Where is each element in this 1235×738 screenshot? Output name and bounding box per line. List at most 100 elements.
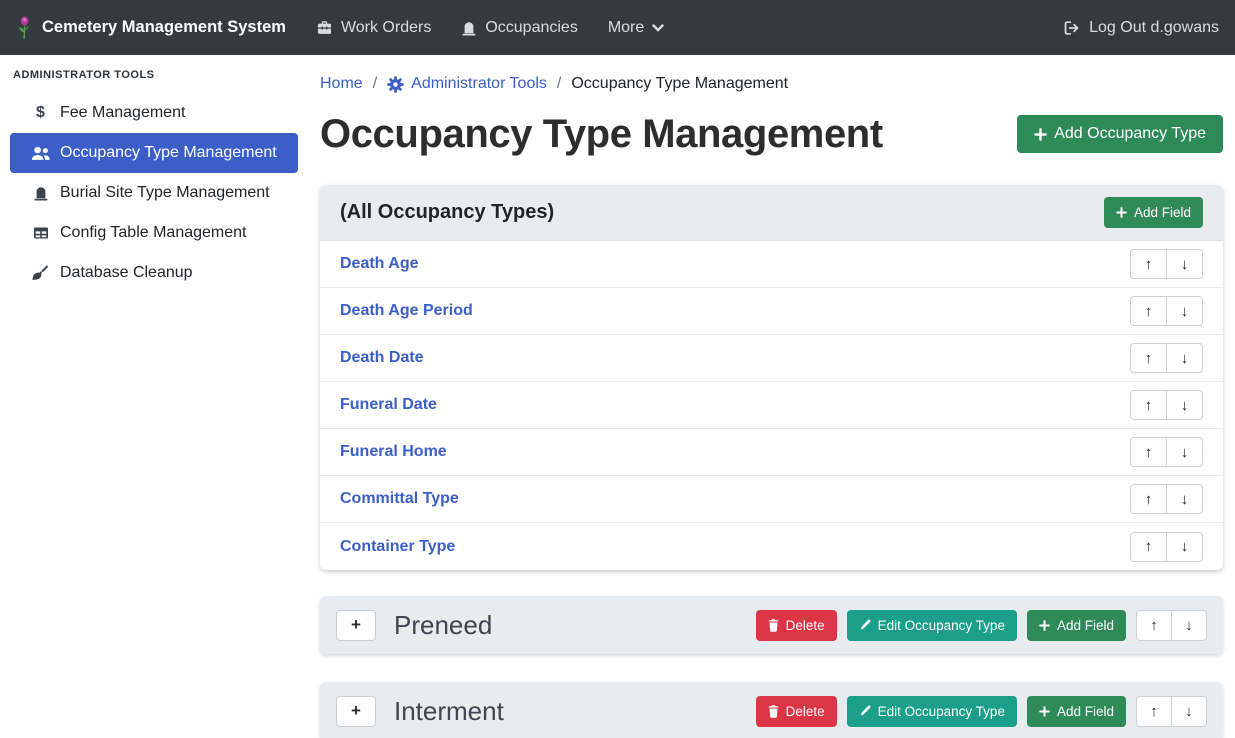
main-content: Home / Administrat (308, 55, 1235, 738)
down-arrow-icon: ↓ (1185, 617, 1193, 634)
logout-link[interactable]: Log Out d.gowans (1063, 19, 1219, 37)
field-link[interactable]: Death Age Period (340, 302, 473, 320)
sidebar-item-config-table-management[interactable]: Config Table Management (10, 213, 298, 253)
occupancy-type-section-preneed: + Preneed Delete (320, 596, 1223, 654)
add-field-label: Add Field (1134, 205, 1191, 220)
move-down-button[interactable]: ↓ (1166, 343, 1203, 373)
breadcrumb-home-link[interactable]: Home (320, 75, 363, 93)
delete-button[interactable]: Delete (756, 610, 837, 641)
app-title: Cemetery Management System (42, 18, 286, 37)
plus-icon: + (351, 701, 361, 721)
logout-icon (1063, 20, 1081, 36)
delete-button[interactable]: Delete (756, 696, 837, 727)
delete-label: Delete (786, 618, 825, 633)
pencil-icon (859, 705, 871, 717)
nav-work-orders[interactable]: Work Orders (316, 19, 431, 37)
section-actions: Delete Edit Occupancy Type Add Field (756, 610, 1207, 641)
logout-label: Log Out d.gowans (1089, 19, 1219, 37)
field-link[interactable]: Funeral Date (340, 396, 437, 414)
content-shell: Administrator Tools $ Fee Management Occ… (0, 55, 1235, 738)
up-arrow-icon: ↑ (1145, 303, 1153, 320)
sidebar-item-label: Database Cleanup (60, 264, 193, 282)
breadcrumb-home-label: Home (320, 75, 363, 93)
field-link[interactable]: Container Type (340, 538, 455, 556)
nav-more-label: More (608, 19, 644, 37)
move-up-button[interactable]: ↑ (1130, 484, 1167, 514)
up-arrow-icon: ↑ (1145, 256, 1153, 273)
down-arrow-icon: ↓ (1181, 491, 1189, 508)
move-down-button[interactable]: ↓ (1166, 296, 1203, 326)
sidebar-item-label: Burial Site Type Management (60, 184, 270, 202)
sidebar-list: $ Fee Management Occupancy Type Manageme… (0, 93, 308, 293)
dollar-icon: $ (30, 104, 51, 122)
move-up-button[interactable]: ↑ (1130, 532, 1167, 562)
reorder-group: ↑ ↓ (1130, 484, 1203, 514)
sidebar-item-label: Config Table Management (60, 224, 247, 242)
all-occupancy-types-card: (All Occupancy Types) Add Field Death Ag… (320, 185, 1223, 570)
field-link[interactable]: Death Age (340, 255, 419, 273)
move-down-button[interactable]: ↓ (1166, 532, 1203, 562)
reorder-group: ↑ ↓ (1130, 249, 1203, 279)
reorder-group: ↑ ↓ (1130, 532, 1203, 562)
sidebar-item-fee-management[interactable]: $ Fee Management (10, 93, 298, 133)
breadcrumb-admin-tools-link[interactable]: Administrator Tools (387, 75, 547, 93)
sidebar-item-database-cleanup[interactable]: Database Cleanup (10, 253, 298, 293)
down-arrow-icon: ↓ (1181, 256, 1189, 273)
breadcrumb: Home / Administrat (320, 75, 1223, 93)
trash-icon (768, 619, 779, 632)
move-down-button[interactable]: ↓ (1166, 437, 1203, 467)
move-up-button[interactable]: ↑ (1130, 437, 1167, 467)
field-link[interactable]: Death Date (340, 349, 424, 367)
move-down-button[interactable]: ↓ (1166, 484, 1203, 514)
nav-occupancies[interactable]: Occupancies (461, 19, 578, 37)
plus-icon (1039, 620, 1050, 631)
move-up-button[interactable]: ↑ (1130, 343, 1167, 373)
field-link[interactable]: Committal Type (340, 490, 459, 508)
breadcrumb-current: Occupancy Type Management (571, 75, 788, 93)
field-row: Death Age Period ↑ ↓ (320, 288, 1223, 335)
add-field-button[interactable]: Add Field (1027, 610, 1126, 641)
sidebar-item-burial-site-type-management[interactable]: Burial Site Type Management (10, 173, 298, 213)
add-field-button[interactable]: Add Field (1027, 696, 1126, 727)
move-up-button[interactable]: ↑ (1136, 696, 1172, 727)
move-down-button[interactable]: ↓ (1171, 610, 1207, 641)
card-title: (All Occupancy Types) (340, 201, 554, 224)
reorder-group: ↑ ↓ (1130, 390, 1203, 420)
gear-icon (387, 76, 404, 93)
move-down-button[interactable]: ↓ (1171, 696, 1207, 727)
field-row: Funeral Date ↑ ↓ (320, 382, 1223, 429)
nav-more[interactable]: More (608, 19, 664, 37)
occupancy-type-name: Preneed (394, 610, 492, 641)
field-row: Death Age ↑ ↓ (320, 241, 1223, 288)
add-field-label: Add Field (1057, 618, 1114, 633)
move-up-button[interactable]: ↑ (1130, 296, 1167, 326)
edit-occupancy-type-button[interactable]: Edit Occupancy Type (847, 696, 1017, 727)
sidebar-item-label: Fee Management (60, 104, 185, 122)
field-row: Container Type ↑ ↓ (320, 523, 1223, 570)
expand-toggle-button[interactable]: + (336, 610, 376, 641)
tombstone-icon (461, 20, 477, 36)
move-down-button[interactable]: ↓ (1166, 249, 1203, 279)
field-row: Funeral Home ↑ ↓ (320, 429, 1223, 476)
edit-occupancy-type-button[interactable]: Edit Occupancy Type (847, 610, 1017, 641)
move-up-button[interactable]: ↑ (1130, 249, 1167, 279)
expand-toggle-button[interactable]: + (336, 696, 376, 727)
move-up-button[interactable]: ↑ (1130, 390, 1167, 420)
plus-icon (1116, 207, 1127, 218)
sidebar: Administrator Tools $ Fee Management Occ… (0, 55, 308, 738)
reorder-group: ↑ ↓ (1130, 343, 1203, 373)
add-occupancy-type-button[interactable]: Add Occupancy Type (1017, 115, 1223, 153)
sidebar-heading: Administrator Tools (0, 59, 308, 93)
nav-occupancies-label: Occupancies (485, 19, 578, 37)
plus-icon (1039, 706, 1050, 717)
reorder-group: ↑ ↓ (1136, 696, 1207, 727)
field-link[interactable]: Funeral Home (340, 443, 447, 461)
sidebar-item-occupancy-type-management[interactable]: Occupancy Type Management (10, 133, 298, 173)
app-brand[interactable]: Cemetery Management System (16, 16, 286, 40)
move-down-button[interactable]: ↓ (1166, 390, 1203, 420)
section-actions: Delete Edit Occupancy Type Add Field (756, 696, 1207, 727)
move-up-button[interactable]: ↑ (1136, 610, 1172, 641)
nav-work-orders-label: Work Orders (341, 19, 431, 37)
add-field-button[interactable]: Add Field (1104, 197, 1203, 228)
broom-icon (30, 265, 51, 281)
